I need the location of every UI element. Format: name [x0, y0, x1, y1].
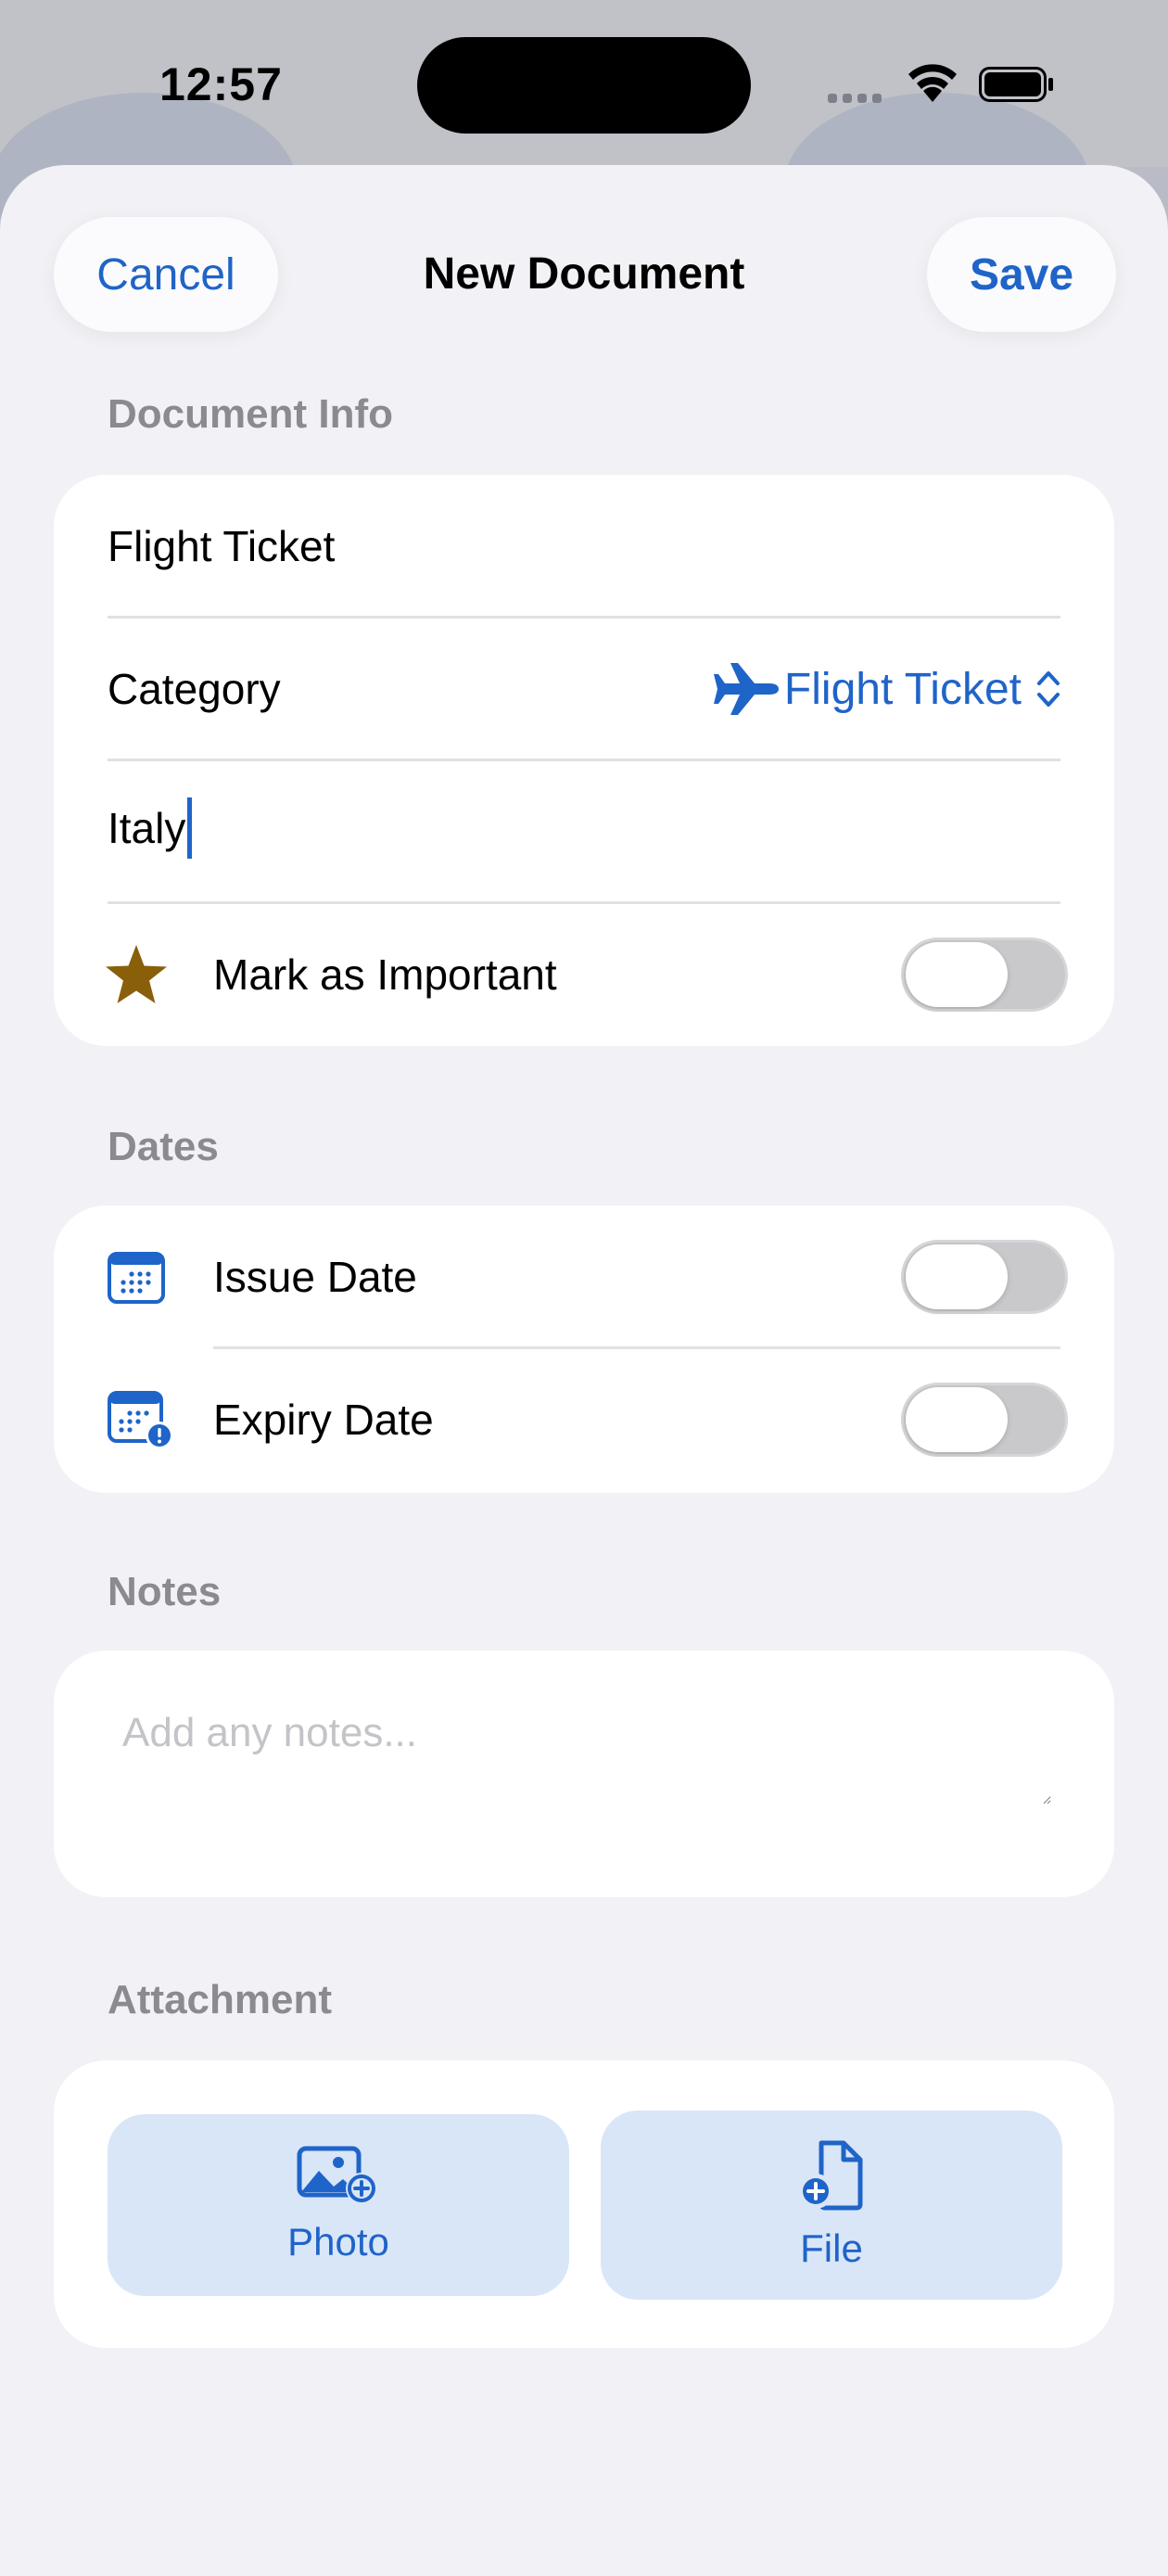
airplane-icon — [713, 663, 779, 715]
issue-date-label: Issue Date — [213, 1253, 417, 1301]
expiry-date-label: Expiry Date — [213, 1396, 434, 1444]
dates-card: Issue Date Expiry Date — [54, 1205, 1114, 1493]
notes-card — [54, 1651, 1114, 1897]
expiry-date-row: Expiry Date — [54, 1348, 1114, 1491]
new-document-sheet: Cancel New Document Save Document Info F… — [0, 165, 1168, 2576]
section-header-dates: Dates — [108, 1124, 219, 1169]
important-label: Mark as Important — [213, 950, 557, 999]
add-file-button[interactable]: File — [601, 2111, 1062, 2300]
toggle-knob — [906, 1387, 1008, 1452]
section-header-notes: Notes — [108, 1569, 222, 1614]
toggle-knob — [906, 1244, 1008, 1309]
file-label: File — [800, 2226, 863, 2270]
photo-label: Photo — [287, 2220, 389, 2264]
location-value: Italy — [108, 804, 186, 853]
category-label: Category — [108, 665, 281, 713]
calendar-alert-icon — [108, 1391, 173, 1449]
star-icon — [106, 945, 167, 1003]
issue-date-toggle[interactable] — [901, 1240, 1068, 1314]
attachment-card: Photo File — [54, 2060, 1114, 2348]
text-cursor — [187, 797, 193, 859]
important-row: Mark as Important — [54, 903, 1114, 1046]
document-name-value: Flight Ticket — [108, 522, 336, 570]
wifi-icon — [908, 64, 957, 102]
status-bar: 12:57 — [0, 0, 1168, 278]
expiry-date-toggle[interactable] — [901, 1383, 1068, 1457]
battery-icon — [979, 67, 1053, 102]
issue-date-row: Issue Date — [54, 1205, 1114, 1348]
file-add-icon — [798, 2140, 863, 2211]
dynamic-island — [417, 37, 751, 134]
category-value: Flight Ticket — [783, 664, 1022, 714]
document-info-card: Flight Ticket Category Flight Ticket Ita… — [54, 475, 1114, 1046]
category-picker[interactable]: Flight Ticket — [713, 661, 1060, 717]
calendar-icon — [108, 1252, 165, 1304]
toggle-knob — [906, 942, 1008, 1007]
notes-input[interactable] — [121, 1708, 1051, 1804]
important-toggle[interactable] — [901, 937, 1068, 1012]
section-header-document-info: Document Info — [108, 391, 393, 437]
chevron-up-down-icon — [1037, 671, 1060, 707]
location-field-content: Italy — [108, 797, 193, 862]
category-row: Category Flight Ticket — [54, 618, 1114, 760]
cellular-signal-icon — [828, 91, 887, 108]
document-name-field[interactable]: Flight Ticket — [54, 475, 1114, 618]
status-time: 12:57 — [159, 58, 283, 110]
section-header-attachment: Attachment — [108, 1977, 333, 2022]
photo-add-icon — [297, 2146, 377, 2204]
add-photo-button[interactable]: Photo — [108, 2114, 569, 2296]
location-field[interactable]: Italy — [54, 760, 1114, 903]
save-button[interactable]: Save — [927, 217, 1116, 332]
